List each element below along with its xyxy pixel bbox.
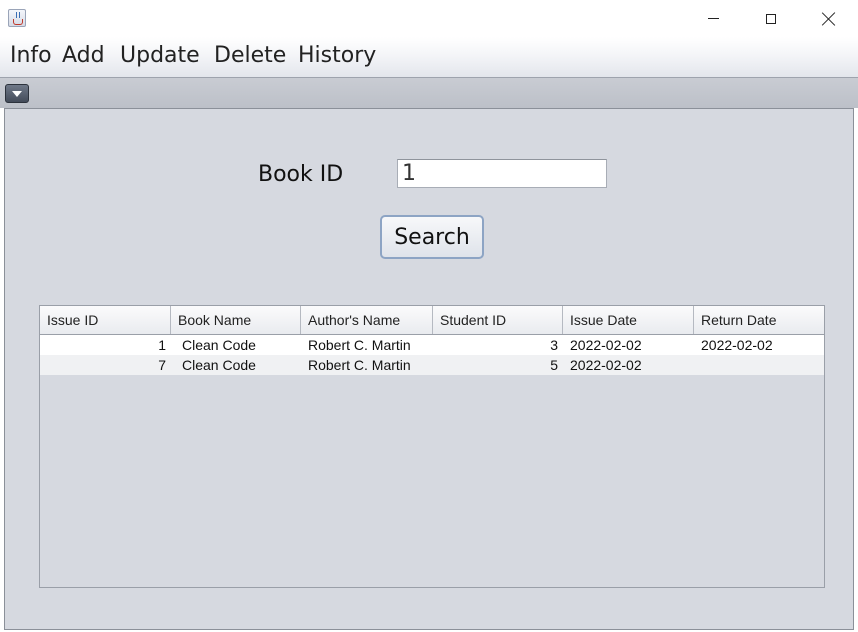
- column-header-issue-id[interactable]: Issue ID: [40, 306, 171, 334]
- java-cup-icon: [8, 9, 26, 27]
- cell-issue-date: 2022-02-02: [570, 357, 642, 373]
- cell-return-date: 2022-02-02: [701, 337, 773, 353]
- close-button[interactable]: [800, 0, 858, 37]
- minimize-button[interactable]: [684, 0, 742, 37]
- cell-issue-id: 1: [158, 337, 166, 353]
- tool-strip: [0, 78, 858, 108]
- cell-issue-date: 2022-02-02: [570, 337, 642, 353]
- cell-return-date: [694, 355, 824, 375]
- menu-bar: Info Add Update Delete History: [0, 37, 858, 78]
- issue-table[interactable]: Issue ID Book Name Author's Name Student…: [39, 305, 825, 588]
- cell-issue-id: 7: [158, 357, 166, 373]
- table-row[interactable]: 1 Clean Code Robert C. Martin 3 2022-02-…: [40, 335, 824, 355]
- menu-update[interactable]: Update: [120, 43, 200, 68]
- menu-info[interactable]: Info: [10, 43, 52, 68]
- dropdown-triangle-icon: [12, 90, 22, 97]
- cell-author-name: Robert C. Martin: [308, 357, 411, 373]
- close-icon: [822, 12, 836, 26]
- cell-book-name: Clean Code: [182, 357, 256, 373]
- maximize-icon: [766, 13, 776, 24]
- menu-history[interactable]: History: [298, 43, 376, 68]
- minimize-icon: [707, 18, 719, 19]
- menu-add[interactable]: Add: [62, 43, 105, 68]
- cell-book-name: Clean Code: [182, 337, 256, 353]
- title-bar: [0, 0, 858, 37]
- column-header-author-name[interactable]: Author's Name: [301, 306, 433, 334]
- book-id-input[interactable]: 1: [397, 159, 607, 188]
- maximize-button[interactable]: [742, 0, 800, 37]
- dropdown-toggle-button[interactable]: [5, 84, 29, 103]
- search-button[interactable]: Search: [380, 215, 484, 259]
- cell-student-id: 3: [550, 337, 558, 353]
- column-header-student-id[interactable]: Student ID: [433, 306, 563, 334]
- book-id-label: Book ID: [258, 162, 344, 187]
- table-row[interactable]: 7 Clean Code Robert C. Martin 5 2022-02-…: [40, 355, 824, 375]
- column-header-return-date[interactable]: Return Date: [694, 306, 824, 334]
- cell-student-id: 5: [550, 357, 558, 373]
- cell-author-name: Robert C. Martin: [308, 337, 411, 353]
- table-header: Issue ID Book Name Author's Name Student…: [40, 306, 824, 335]
- column-header-issue-date[interactable]: Issue Date: [563, 306, 694, 334]
- column-header-book-name[interactable]: Book Name: [171, 306, 301, 334]
- menu-delete[interactable]: Delete: [214, 43, 286, 68]
